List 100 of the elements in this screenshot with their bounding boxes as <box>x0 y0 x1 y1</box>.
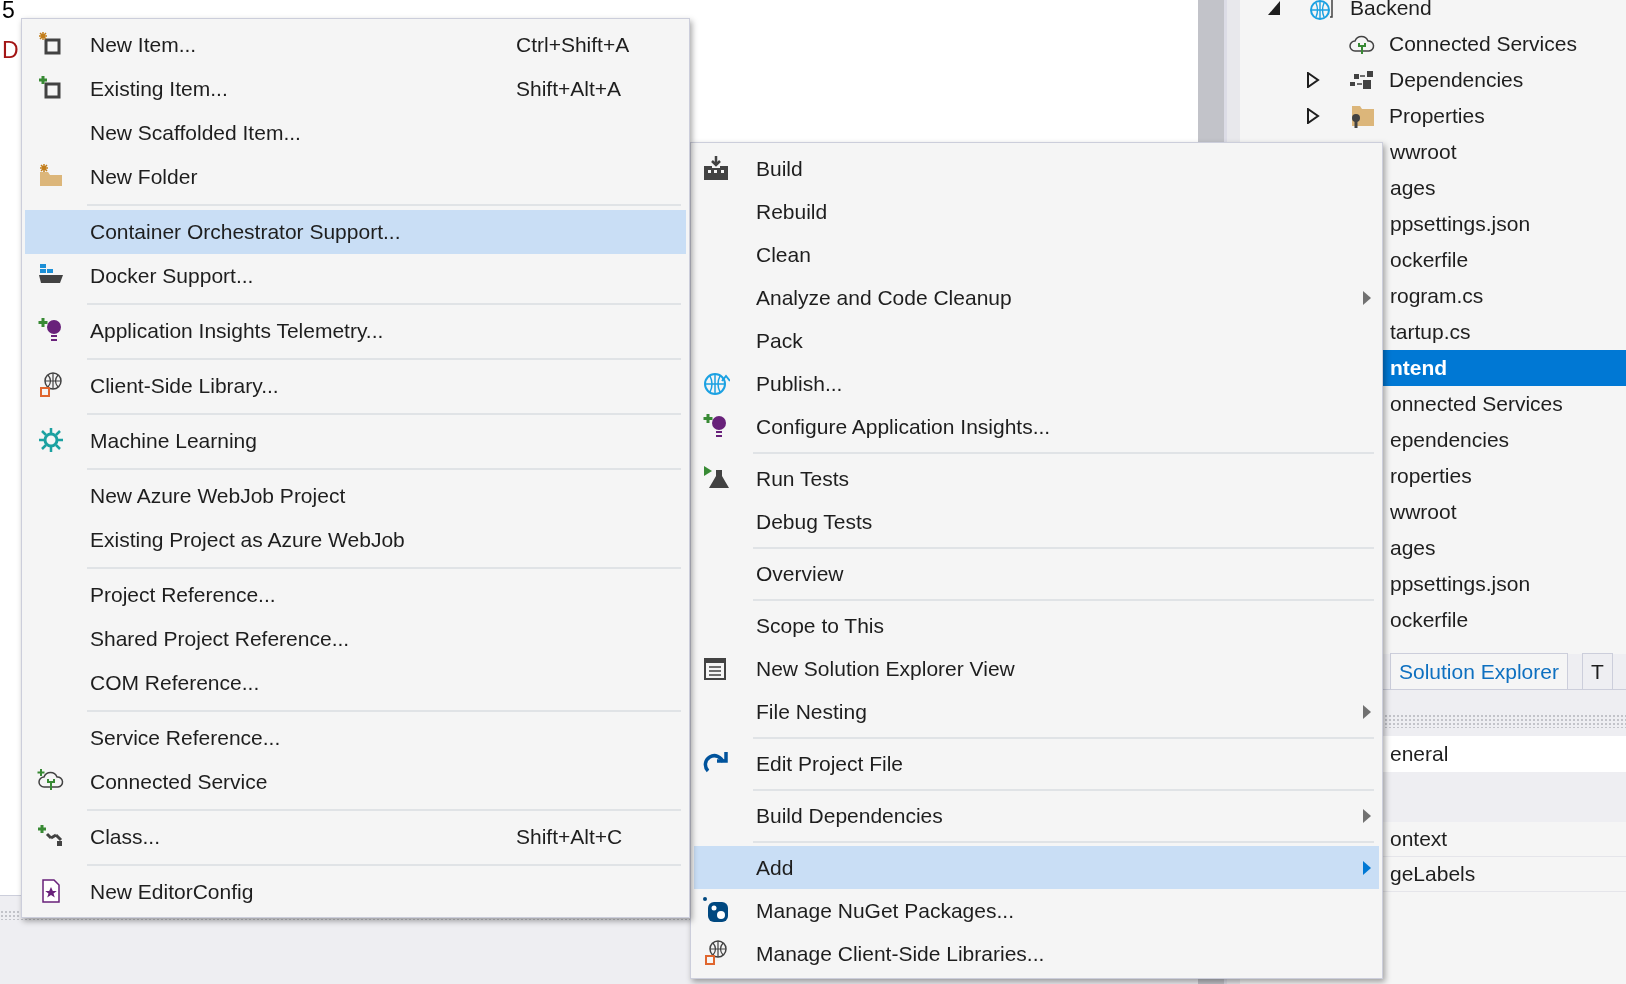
menu-item[interactable]: Overview <box>694 552 1379 595</box>
menu-item-label: Scope to This <box>756 612 885 639</box>
menu-item-label: Pack <box>756 327 803 354</box>
menu-item[interactable]: New Azure WebJob Project <box>25 474 686 518</box>
menu-item[interactable]: Machine Learning <box>25 419 686 463</box>
menu-item[interactable]: New Scaffolded Item... <box>25 111 686 155</box>
tree-item-label: ependencies <box>1390 427 1510 454</box>
menu-item-label: Overview <box>756 560 844 587</box>
expanded-arrow-icon[interactable] <box>1267 0 1281 16</box>
menu-item[interactable]: Scope to This <box>694 604 1379 647</box>
menu-item[interactable]: Docker Support... <box>25 254 686 298</box>
tree-item-label: ppsettings.json <box>1390 571 1531 598</box>
menu-item-label: Configure Application Insights... <box>756 413 1051 440</box>
collapsed-arrow-icon[interactable] <box>1306 108 1320 124</box>
menu-item[interactable]: Client-Side Library... <box>25 364 686 408</box>
menu-item[interactable]: Service Reference... <box>25 716 686 760</box>
tree-item-label: tartup.cs <box>1390 319 1471 346</box>
globe-icon <box>37 371 65 399</box>
menu-item-label: Shared Project Reference... <box>90 626 350 653</box>
menu-item-label: Connected Service <box>90 769 268 796</box>
submenu-arrow-icon <box>1363 808 1371 823</box>
menu-item-label: Docker Support... <box>90 263 254 290</box>
menu-item-label: COM Reference... <box>90 670 260 697</box>
menu-item-label: Publish... <box>756 370 843 397</box>
menu-item-label: Container Orchestrator Support... <box>90 219 401 246</box>
menu-item[interactable]: Manage Client-Side Libraries... <box>694 932 1379 975</box>
tree-item-label: Properties <box>1389 103 1485 130</box>
menu-item[interactable]: Build <box>694 147 1379 190</box>
tree-item-label: ages <box>1390 175 1436 202</box>
menu-item[interactable]: Existing Project as Azure WebJob <box>25 518 686 562</box>
tree-item-label: wwroot <box>1390 139 1457 166</box>
tree-item-label: Dependencies <box>1389 67 1524 94</box>
menu-item-label: Client-Side Library... <box>90 373 279 400</box>
menu-item[interactable]: File Nesting <box>694 690 1379 733</box>
menu-item[interactable]: New Solution Explorer View <box>694 647 1379 690</box>
menu-item-label: Rebuild <box>756 198 828 225</box>
menu-item[interactable]: Shared Project Reference... <box>25 617 686 661</box>
menu-item[interactable]: Edit Project File <box>694 742 1379 785</box>
submenu-arrow-icon <box>1363 860 1371 875</box>
menu-item[interactable]: Rebuild <box>694 190 1379 233</box>
collapsed-arrow-icon[interactable] <box>1306 72 1320 88</box>
menu-item[interactable]: Manage NuGet Packages... <box>694 889 1379 932</box>
menu-item-label: Service Reference... <box>90 725 281 752</box>
menu-item-label: New Scaffolded Item... <box>90 120 301 147</box>
panel-tab[interactable]: Solution Explorer <box>1390 653 1568 689</box>
tree-item-label: onnected Services <box>1390 391 1563 418</box>
menu-item-label: New Folder <box>90 164 198 191</box>
property-name: ontext <box>1390 826 1448 853</box>
menu-item[interactable]: Project Reference... <box>25 573 686 617</box>
menu-item-label: Application Insights Telemetry... <box>90 318 384 345</box>
menu-item[interactable]: COM Reference... <box>25 661 686 705</box>
submenu-arrow-icon <box>1363 704 1371 719</box>
menu-item[interactable]: New EditorConfig <box>25 870 686 914</box>
menu-item-label: Machine Learning <box>90 428 257 455</box>
menu-item-label: Manage NuGet Packages... <box>756 897 1014 924</box>
tree-item[interactable]: Properties <box>1240 98 1626 134</box>
menu-item-label: Project Reference... <box>90 582 276 609</box>
menu-item[interactable]: New Item... Ctrl+Shift+A <box>25 23 686 67</box>
tree-item-label: ages <box>1390 535 1436 562</box>
menu-item[interactable]: Existing Item... Shift+Alt+A <box>25 67 686 111</box>
menu-item-label: Class... <box>90 824 160 851</box>
menu-item-label: File Nesting <box>756 698 867 725</box>
tree-item[interactable]: Backend <box>1240 0 1626 26</box>
menu-item-label: Edit Project File <box>756 750 904 777</box>
menu-item-label: Manage Client-Side Libraries... <box>756 940 1045 967</box>
tree-item-label: wwroot <box>1390 499 1457 526</box>
menu-item[interactable]: Connected Service <box>25 760 686 804</box>
menu-item[interactable]: Add <box>694 846 1379 889</box>
menu-item[interactable]: Application Insights Telemetry... <box>25 309 686 353</box>
submenu-arrow-icon <box>1363 290 1371 305</box>
nuget-icon <box>702 896 730 924</box>
menu-item[interactable]: Clean <box>694 233 1379 276</box>
tree-item-label: ntend <box>1390 355 1448 382</box>
menu-item[interactable]: Analyze and Code Cleanup <box>694 276 1379 319</box>
menu-item[interactable]: Build Dependencies <box>694 794 1379 837</box>
menu-item-label: Build <box>756 155 803 182</box>
menu-item[interactable]: Container Orchestrator Support... <box>25 210 686 254</box>
tree-item[interactable]: Dependencies <box>1240 62 1626 98</box>
menu-item[interactable]: Run Tests <box>694 457 1379 500</box>
build-icon <box>702 154 730 182</box>
tree-item-label: Connected Services <box>1389 31 1577 58</box>
tree-item-label: ppsettings.json <box>1390 211 1531 238</box>
tree-item[interactable]: Connected Services <box>1240 26 1626 62</box>
panel-tab[interactable]: T <box>1581 653 1613 689</box>
tree-item-label: rogram.cs <box>1390 283 1484 310</box>
menu-item[interactable]: New Folder <box>25 155 686 199</box>
menu-item[interactable]: Class... Shift+Alt+C <box>25 815 686 859</box>
shortcut-label: Shift+Alt+C <box>516 824 624 851</box>
menu-item-label: Run Tests <box>756 465 849 492</box>
menu-item[interactable]: Configure Application Insights... <box>694 405 1379 448</box>
gear-icon <box>37 426 65 454</box>
menu-item-label: New Item... <box>90 32 197 59</box>
code-text: 5 <box>2 0 15 25</box>
menu-item[interactable]: Debug Tests <box>694 500 1379 543</box>
tree-item-label: roperties <box>1390 463 1472 490</box>
menu-item-label: Existing Project as Azure WebJob <box>90 527 405 554</box>
menu-item-label: Add <box>756 854 794 881</box>
code-text: D <box>2 36 19 65</box>
menu-item-label: Debug Tests <box>756 508 873 535</box>
shortcut-label: Ctrl+Shift+A <box>516 32 631 59</box>
